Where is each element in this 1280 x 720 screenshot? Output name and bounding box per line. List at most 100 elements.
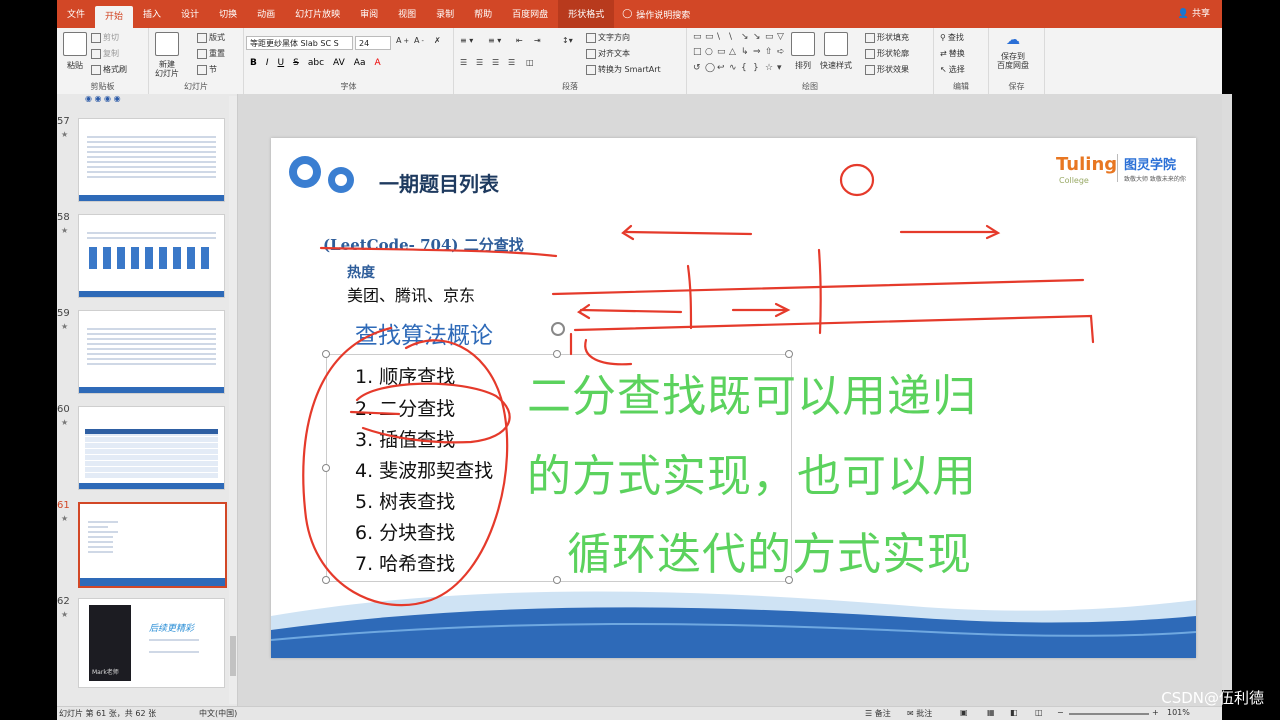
select-label: 选择: [948, 65, 965, 74]
sorter-view-icon[interactable]: ▦: [987, 708, 995, 717]
font-size-field[interactable]: 24: [355, 36, 391, 50]
font-format-button[interactable]: Aa: [354, 58, 366, 68]
tell-me-label: 操作说明搜索: [636, 10, 691, 21]
indent-increase-button[interactable]: ⇥: [534, 36, 541, 45]
shape-effects-button[interactable]: 形状效果: [865, 64, 909, 75]
ribbon-tab[interactable]: 审阅: [350, 0, 388, 28]
zoom-level[interactable]: 101%: [1167, 708, 1190, 717]
slide-thumbnail-60[interactable]: [78, 406, 225, 490]
zoom-in-button[interactable]: +: [1152, 708, 1159, 717]
font-format-button[interactable]: abc: [308, 58, 324, 68]
slide-number: 61: [57, 500, 70, 511]
align-right-button[interactable]: ☰: [492, 58, 499, 67]
align-text-button[interactable]: 对齐文本: [586, 48, 630, 59]
star-icon: ★: [61, 514, 69, 523]
reset-button[interactable]: 重置: [197, 48, 225, 59]
resize-handle[interactable]: [322, 464, 330, 472]
ribbon-tab[interactable]: 幻灯片放映: [285, 0, 350, 28]
thumbnail-scrollbar[interactable]: [229, 96, 237, 704]
section-title: 查找算法概论: [355, 323, 493, 349]
font-name-field[interactable]: 等距更纱黑体 Slab SC S: [246, 36, 353, 50]
ribbon-tab[interactable]: 百度网盘: [502, 0, 558, 28]
ribbon-tab[interactable]: 文件: [57, 0, 95, 28]
slide-thumbnail-57[interactable]: [78, 118, 225, 202]
slide-canvas[interactable]: 一期题目列表 Tuling College 图灵学院 致敬大师 致敬未来的你 (…: [271, 138, 1196, 658]
indent-decrease-button[interactable]: ⇤: [516, 36, 523, 45]
cut-button[interactable]: 剪切: [91, 32, 119, 43]
slide-thumbnail-58[interactable]: [78, 214, 225, 298]
align-center-button[interactable]: ☰: [476, 58, 483, 67]
font-format-button[interactable]: S: [293, 58, 299, 68]
resize-handle[interactable]: [785, 350, 793, 358]
quick-styles-button[interactable]: 快速样式: [820, 32, 852, 71]
section-button[interactable]: 节: [197, 64, 217, 75]
slide-counter: 幻灯片 第 61 张，共 62 张: [59, 709, 157, 718]
notes-button[interactable]: ☰ 备注: [865, 708, 891, 719]
format-painter-button[interactable]: 格式刷: [91, 64, 127, 75]
find-button[interactable]: ⚲ 查找: [940, 32, 964, 43]
zoom-slider[interactable]: [1069, 713, 1149, 715]
editor-scrollbar[interactable]: [1222, 94, 1232, 690]
slide-thumbnail-59[interactable]: [78, 310, 225, 394]
numbering-button[interactable]: ≡ ▾: [488, 36, 501, 45]
font-format-button[interactable]: B: [250, 58, 257, 68]
list-item: 7. 哈希查找: [355, 553, 456, 575]
columns-button[interactable]: ◫: [526, 58, 534, 67]
ribbon-tab[interactable]: 视图: [388, 0, 426, 28]
resize-handle[interactable]: [322, 350, 330, 358]
zoom-out-button[interactable]: −: [1057, 708, 1064, 717]
ribbon-tab[interactable]: 帮助: [464, 0, 502, 28]
resize-handle[interactable]: [553, 350, 561, 358]
new-slide-button[interactable]: 新建 幻灯片: [155, 32, 179, 78]
ribbon-tab[interactable]: 形状格式: [558, 0, 615, 28]
justify-button[interactable]: ☰: [508, 58, 515, 67]
slide-thumbnail-62[interactable]: Mark老师 后续更精彩: [78, 598, 225, 688]
paste-button[interactable]: 粘贴: [63, 32, 87, 71]
quick-styles-icon: [824, 32, 848, 56]
star-icon: ★: [61, 226, 69, 235]
slide-number: 57: [57, 116, 70, 127]
slide-thumbnail-61[interactable]: [78, 502, 227, 588]
cut-label: 剪切: [103, 33, 119, 42]
ribbon-tab[interactable]: 开始: [95, 6, 134, 28]
font-shrink-button[interactable]: A-: [414, 36, 424, 45]
normal-view-icon[interactable]: ▣: [960, 708, 968, 717]
bullets-button[interactable]: ≡ ▾: [460, 36, 473, 45]
convert-smartart-button[interactable]: 转换为 SmartArt: [586, 64, 661, 75]
share-button[interactable]: 👤 共享: [1178, 0, 1210, 28]
font-format-button[interactable]: A: [374, 58, 380, 68]
ribbon-tab[interactable]: 动画: [247, 0, 285, 28]
select-button[interactable]: ↖ 选择: [940, 64, 965, 75]
clear-format-button[interactable]: ✗: [434, 36, 441, 45]
font-format-button[interactable]: U: [278, 58, 285, 68]
shapes-gallery[interactable]: ▭ ▭ \ \ ↘ ↘ ▭ ▽ □ ○ ▭ △ ↳ ⇒ ⇧ ➪ ↺ ◯ ↩ ∿{} ☆ ▾: [693, 32, 785, 76]
font-format-button[interactable]: I: [266, 58, 269, 68]
rotate-handle-icon[interactable]: [551, 322, 565, 336]
font-grow-button[interactable]: A +: [396, 36, 409, 45]
comments-button[interactable]: ✉ 批注: [907, 708, 932, 719]
layout-icon: [197, 32, 207, 43]
scissors-icon: [91, 32, 101, 43]
save-to-baidu-button[interactable]: ☁ 保存到 百度网盘: [997, 32, 1029, 70]
align-left-button[interactable]: ☰: [460, 58, 467, 67]
scrollbar-thumb[interactable]: [230, 636, 236, 676]
arrange-button[interactable]: 排列: [791, 32, 815, 71]
copy-button[interactable]: 复制: [91, 48, 119, 59]
ribbon-tab[interactable]: 插入: [133, 0, 171, 28]
slideshow-view-icon[interactable]: ◫: [1035, 708, 1043, 717]
clipboard-group-label: 剪贴板: [90, 82, 115, 91]
ribbon-tab[interactable]: 设计: [171, 0, 209, 28]
ribbon-tab[interactable]: 切换: [209, 0, 247, 28]
reading-view-icon[interactable]: ◧: [1010, 708, 1018, 717]
layout-button[interactable]: 版式: [197, 32, 225, 43]
shape-outline-button[interactable]: 形状轮廓: [865, 48, 909, 59]
text-direction-button[interactable]: 文字方向: [586, 32, 630, 43]
shape-fill-button[interactable]: 形状填充: [865, 32, 909, 43]
status-bar: 幻灯片 第 61 张，共 62 张 中文(中国) ☰ 备注 ✉ 批注 ▣ ▦ ◧…: [57, 706, 1222, 720]
ribbon-tab[interactable]: 录制: [426, 0, 464, 28]
font-format-button[interactable]: AV: [333, 58, 345, 68]
line-spacing-button[interactable]: ↕▾: [562, 36, 573, 45]
language-indicator[interactable]: 中文(中国): [199, 708, 237, 719]
replace-button[interactable]: ⇄ 替换: [940, 48, 965, 59]
tell-me-search[interactable]: ◯ 操作说明搜索: [614, 0, 690, 28]
